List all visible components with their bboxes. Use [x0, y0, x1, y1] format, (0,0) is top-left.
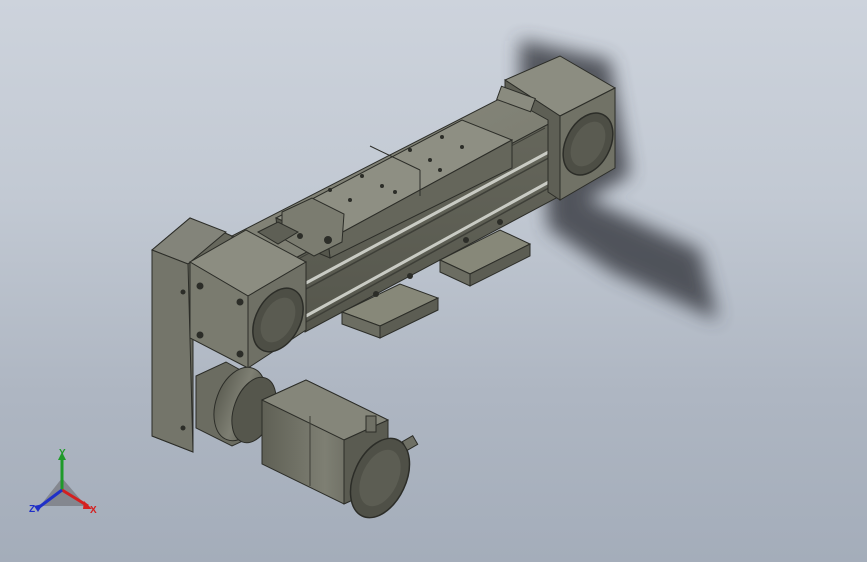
x-axis-label: X: [90, 505, 97, 516]
servo-motor: [260, 379, 419, 519]
3d-model-view[interactable]: [0, 0, 867, 562]
z-arrowhead-icon: [34, 504, 43, 512]
z-axis-label: Z: [29, 504, 36, 515]
cad-viewport[interactable]: Y Z X: [0, 0, 867, 562]
orientation-triad[interactable]: Y Z X: [22, 446, 106, 522]
y-axis-label: Y: [59, 448, 66, 459]
